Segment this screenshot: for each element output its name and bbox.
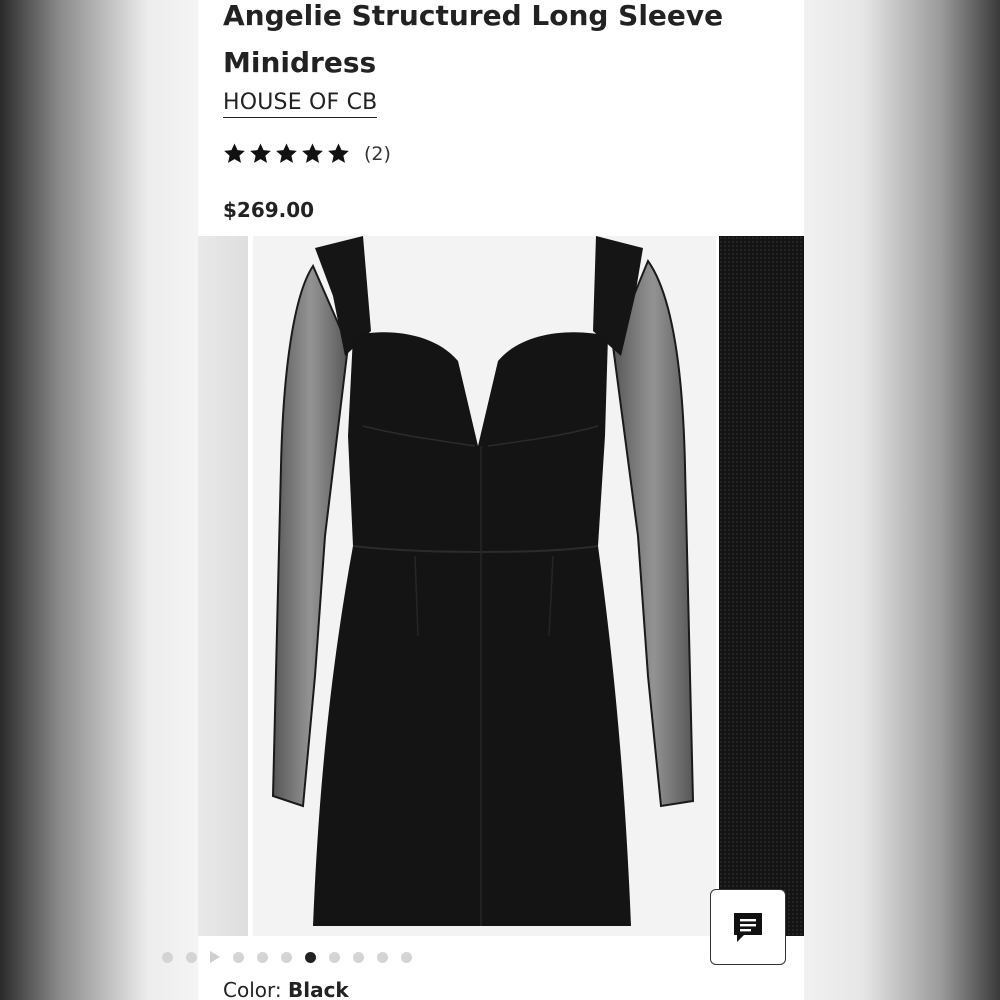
pagination-dot[interactable] bbox=[281, 951, 292, 963]
play-icon[interactable] bbox=[210, 951, 220, 963]
background-left bbox=[0, 0, 198, 1000]
pagination-dot-active[interactable] bbox=[305, 951, 316, 963]
star-rating bbox=[223, 142, 350, 165]
pagination-dot[interactable] bbox=[162, 951, 173, 963]
pagination-dot[interactable] bbox=[377, 951, 388, 963]
product-price: $269.00 bbox=[223, 198, 315, 222]
pagination-dot[interactable] bbox=[186, 951, 197, 963]
rating[interactable]: (2) bbox=[223, 142, 391, 165]
color-value: Black bbox=[287, 978, 349, 1000]
pagination-dot[interactable] bbox=[401, 951, 412, 963]
pagination-dot[interactable] bbox=[329, 951, 340, 963]
image-gallery[interactable] bbox=[198, 236, 804, 936]
star-icon bbox=[250, 143, 271, 163]
star-icon bbox=[276, 143, 297, 163]
product-page: Angelie Structured Long Sleeve Minidress… bbox=[198, 0, 804, 1000]
dress-image bbox=[271, 236, 695, 927]
color-label: Color: bbox=[223, 978, 282, 1000]
gallery-pagination bbox=[162, 951, 412, 963]
pagination-dot[interactable] bbox=[353, 951, 364, 963]
background-right bbox=[804, 0, 1000, 1000]
previous-image-peek[interactable] bbox=[198, 236, 248, 936]
star-icon bbox=[302, 143, 323, 163]
color-selection: Color: Black bbox=[223, 978, 349, 1000]
chat-icon bbox=[734, 913, 762, 942]
star-icon bbox=[328, 143, 349, 163]
pagination-dot[interactable] bbox=[257, 951, 268, 963]
next-image-peek[interactable] bbox=[719, 236, 804, 936]
product-image[interactable] bbox=[253, 236, 716, 936]
product-title: Angelie Structured Long Sleeve Minidress bbox=[223, 0, 724, 79]
chat-button[interactable] bbox=[710, 889, 786, 965]
review-count[interactable]: (2) bbox=[364, 143, 391, 165]
star-icon bbox=[224, 143, 245, 163]
brand-link[interactable]: HOUSE OF CB bbox=[223, 90, 378, 118]
pagination-dot[interactable] bbox=[233, 951, 244, 963]
